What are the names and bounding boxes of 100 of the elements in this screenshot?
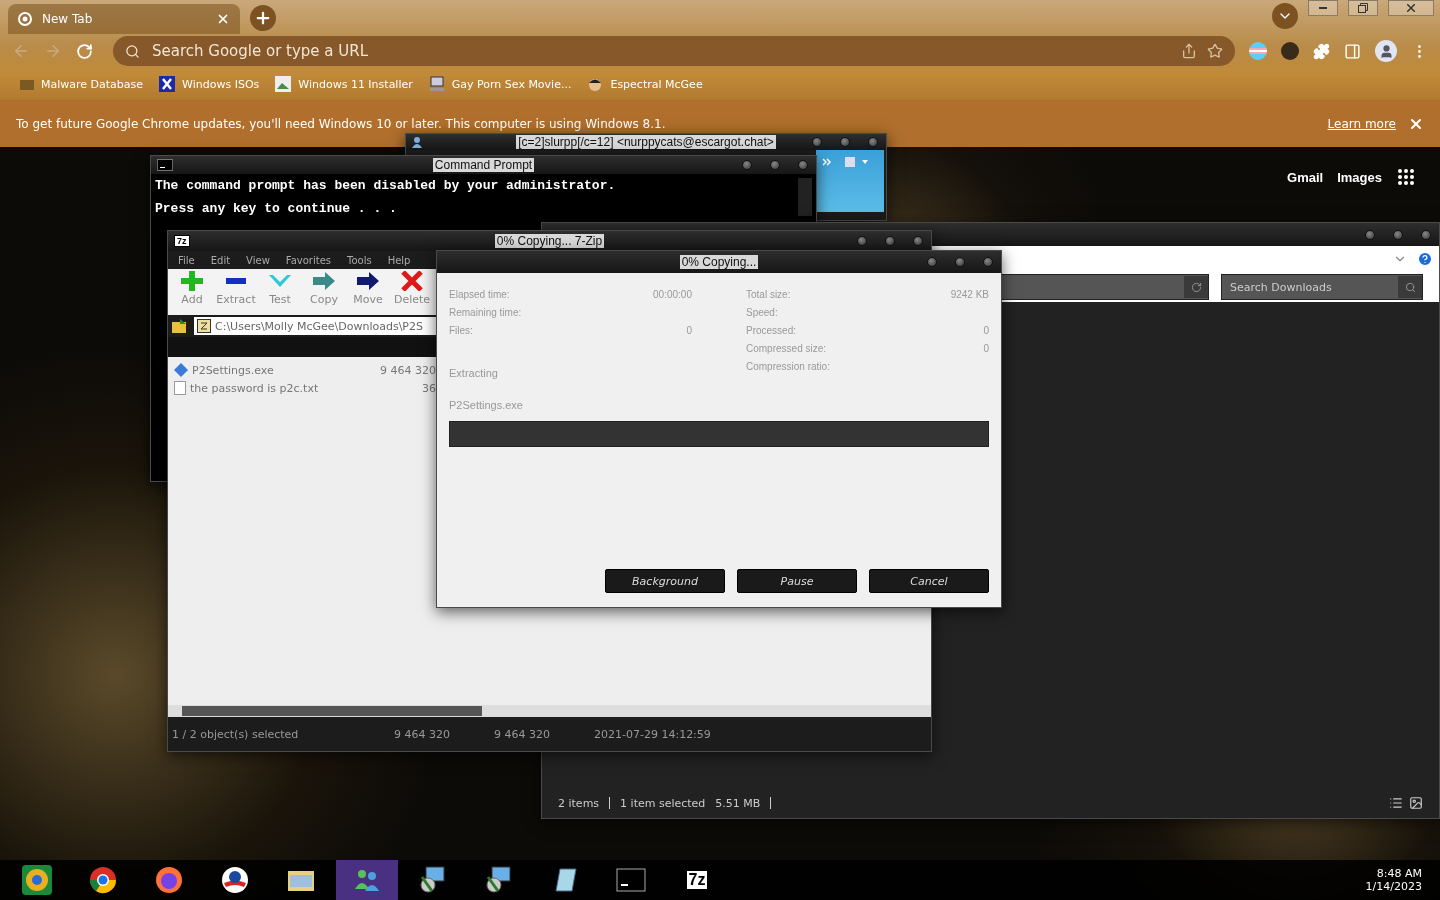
toolbar-button[interactable]: Extract (216, 271, 256, 313)
plus-icon (254, 9, 272, 27)
bookmark-link[interactable]: Windows 11 Installer (275, 76, 413, 92)
window-control-button[interactable] (885, 236, 895, 246)
toolbar-button[interactable]: Delete (392, 271, 432, 313)
update-message: To get future Google Chrome updates, you'll need Windows 10 or later. This computer is using Windows 8.1. (16, 116, 667, 131)
browser-logo-icon (88, 865, 118, 895)
help-icon[interactable] (1417, 251, 1433, 267)
search-icon (125, 43, 140, 59)
menu-item[interactable]: Help (387, 254, 411, 266)
scrollbar[interactable] (798, 178, 812, 216)
bookmark-link[interactable]: Malware Database (20, 77, 144, 91)
folder-up-icon[interactable] (172, 319, 188, 333)
window-title: 0% Copying... (679, 255, 759, 269)
stat-label: Elapsed time: (449, 288, 510, 300)
window-control-button[interactable] (840, 137, 850, 147)
terminal-icon (157, 159, 173, 171)
apps-grid-icon[interactable] (1396, 167, 1416, 187)
restore-button[interactable] (1348, 0, 1378, 16)
menu-item[interactable]: File (178, 254, 195, 266)
x-logo-icon (159, 76, 176, 92)
menu-item[interactable]: View (246, 254, 270, 266)
window-control-button[interactable] (1393, 229, 1403, 240)
search-field[interactable]: Search Downloads (1222, 279, 1398, 295)
new-tab-button[interactable] (250, 5, 276, 31)
installer-icon (484, 865, 514, 895)
menu-dropdown-icon[interactable] (844, 156, 870, 168)
refresh-icon[interactable] (1184, 276, 1208, 298)
archive-app-icon: 7z (685, 870, 709, 890)
window-control-button[interactable] (1365, 229, 1375, 240)
dialog-button[interactable]: Cancel (869, 569, 989, 593)
address-field[interactable]: Search Google or type a URL (150, 41, 1171, 61)
status-text: 1 item selected (620, 796, 706, 810)
top-link[interactable]: Gmail (1287, 169, 1324, 185)
stat-value: 0 (686, 324, 692, 336)
status-text: 9 464 320 (494, 727, 551, 741)
plus-icon (181, 271, 203, 291)
bookmark-link[interactable]: Espectral McGee (587, 76, 703, 92)
search-icon[interactable] (1398, 276, 1422, 298)
close-button[interactable] (1388, 0, 1434, 16)
avatar-extension-icon[interactable] (1281, 42, 1299, 60)
window-control-button[interactable] (955, 257, 965, 267)
star-icon[interactable] (1207, 43, 1223, 59)
file-name[interactable]: P2Settings.exe (192, 363, 376, 377)
browser-tab[interactable]: New Tab (8, 4, 240, 34)
menu-item[interactable]: Favorites (285, 254, 331, 266)
stat-label: Compression ratio: (746, 360, 830, 372)
window-control-button[interactable] (857, 236, 867, 246)
window-control-button[interactable] (913, 236, 923, 246)
taskbar-app[interactable]: 7z (666, 860, 728, 900)
tab-title: New Tab (42, 12, 94, 26)
close-icon[interactable] (216, 12, 230, 26)
flag-extension-icon[interactable] (1249, 42, 1267, 60)
tiles-view-icon[interactable] (1409, 796, 1423, 810)
tab-search-button[interactable] (1272, 2, 1298, 29)
status-text: 5.51 MB (715, 796, 761, 810)
toolbar-button[interactable]: Test (260, 271, 300, 313)
file-size: 9 464 320 (380, 363, 436, 377)
bookmark-link[interactable]: Windows ISOs (159, 76, 260, 92)
window-control-button[interactable] (983, 257, 993, 267)
window-control-button[interactable] (770, 160, 780, 170)
address-bar[interactable]: Search Google or type a URL (113, 36, 1235, 66)
stat-label: Remaining time: (449, 306, 522, 318)
window-control-button[interactable] (812, 137, 822, 147)
clock-date: 1/14/2023 (1365, 880, 1422, 893)
share-icon[interactable] (1181, 43, 1197, 59)
toolbar-button[interactable]: Add (172, 271, 212, 313)
learn-more-link[interactable]: Learn more (1327, 116, 1396, 131)
arrow-right-icon (357, 271, 379, 291)
window-control-button[interactable] (868, 137, 878, 147)
file-name[interactable]: the password is p2c.txt (190, 381, 418, 395)
menu-item[interactable]: Tools (347, 254, 372, 266)
menu-item[interactable]: Edit (210, 254, 231, 266)
side-panel-icon[interactable] (1344, 42, 1361, 60)
window-control-button[interactable] (927, 257, 937, 267)
profile-icon[interactable] (1375, 40, 1397, 62)
file-name: P2Settings.exe (449, 399, 524, 411)
console-line: Press any key to continue . . . (155, 201, 398, 216)
bookmark-link[interactable]: Gay Porn Sex Movie... (428, 76, 572, 92)
toolbar-button[interactable]: Move (348, 271, 388, 313)
horizontal-scrollbar[interactable] (168, 705, 931, 717)
top-link[interactable]: Images (1337, 169, 1382, 185)
window-control-button[interactable] (1421, 229, 1431, 240)
puzzle-piece-icon[interactable] (1313, 42, 1330, 60)
toolbar-button[interactable]: Copy (304, 271, 344, 313)
minimize-button[interactable] (1308, 0, 1338, 16)
status-text: 2021-07-29 14:12:59 (594, 727, 712, 741)
reload-icon[interactable] (76, 42, 93, 60)
minimize-icon (1319, 7, 1327, 9)
search-box[interactable]: Search Downloads (1221, 274, 1423, 300)
dialog-button[interactable]: Pause (737, 569, 857, 593)
stat-value: 0 (983, 324, 989, 336)
details-view-icon[interactable] (1389, 796, 1403, 810)
terminal-icon (616, 865, 646, 895)
dialog-button[interactable]: Background (605, 569, 725, 593)
stat-value: 0 (983, 342, 989, 354)
clock-time: 8:48 AM (1376, 867, 1422, 880)
window-title: [c=2]slurpp[/c=12] <nurppycats@escargot.chat> (516, 135, 776, 149)
window-control-button[interactable] (742, 160, 752, 170)
window-control-button[interactable] (798, 160, 808, 170)
